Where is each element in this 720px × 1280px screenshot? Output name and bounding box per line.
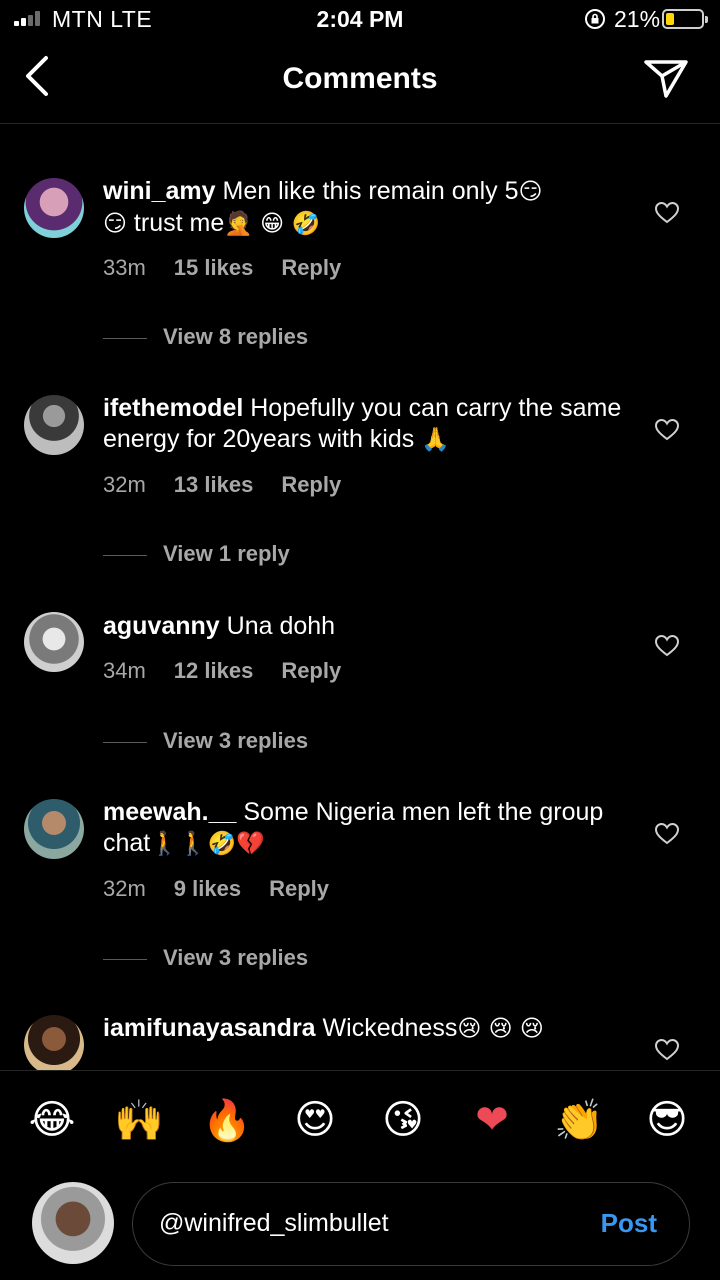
- avatar: [32, 1182, 114, 1264]
- grin-laugh-emoji: 😁 🤣: [252, 211, 321, 237]
- kiss-emoji-button[interactable]: 😘: [373, 1097, 433, 1143]
- comment-time: 33m: [103, 255, 146, 280]
- comment-meta: 32m 9 likes Reply: [103, 876, 357, 902]
- username-link[interactable]: iamifunayasandra: [103, 1014, 316, 1042]
- status-bar: MTN LTE 2:04 PM 21%: [0, 0, 720, 40]
- emoji-quick-bar: 😂 🙌 🔥 😍 😘 ❤ 👏 😎: [0, 1070, 720, 1174]
- comment-time: 32m: [103, 876, 146, 901]
- red-heart-emoji-button[interactable]: ❤: [462, 1097, 522, 1143]
- comment-composer: @winifred_slimbullet Post: [0, 1174, 720, 1280]
- rotation-lock-icon: [585, 9, 605, 29]
- post-button[interactable]: Post: [601, 1208, 657, 1239]
- username-link[interactable]: wini_amy: [103, 177, 216, 205]
- heart-icon[interactable]: [654, 1038, 680, 1062]
- header: Comments: [0, 42, 720, 124]
- reply-button[interactable]: Reply: [281, 472, 341, 497]
- username-link[interactable]: meewah.__: [103, 798, 236, 826]
- comment-meta: 33m 15 likes Reply: [103, 255, 369, 281]
- smirk-emoji: 😏: [518, 179, 543, 205]
- username-link[interactable]: aguvanny: [103, 612, 220, 640]
- avatar[interactable]: [24, 1015, 84, 1075]
- view-replies-button[interactable]: View 1 reply: [103, 541, 290, 567]
- view-replies-button[interactable]: View 8 replies: [103, 324, 308, 350]
- fire-emoji-button[interactable]: 🔥: [197, 1097, 257, 1144]
- username-link[interactable]: ifethemodel: [103, 394, 243, 422]
- raised-hands-emoji-button[interactable]: 🙌: [109, 1097, 169, 1144]
- comment-text: meewah.__ Some Nigeria men left the grou…: [103, 798, 604, 857]
- view-replies-button[interactable]: View 3 replies: [103, 945, 308, 971]
- likes-count[interactable]: 9 likes: [174, 876, 241, 901]
- comment-text: aguvanny Una dohh: [103, 612, 336, 640]
- crying-emoji: 😢 😢 😢: [457, 1016, 544, 1042]
- battery-icon: [662, 9, 708, 29]
- send-icon[interactable]: [642, 56, 690, 100]
- reply-button[interactable]: Reply: [281, 658, 341, 683]
- avatar[interactable]: [24, 799, 84, 859]
- comment-meta: 34m 12 likes Reply: [103, 658, 369, 684]
- avatar[interactable]: [24, 178, 84, 238]
- avatar[interactable]: [24, 612, 84, 672]
- facepalm-emoji: 🤦: [224, 211, 253, 237]
- likes-count[interactable]: 15 likes: [174, 255, 254, 280]
- comment-meta: 32m 13 likes Reply: [103, 472, 369, 498]
- avatar[interactable]: [24, 395, 84, 455]
- pray-emoji: 🙏: [421, 427, 450, 453]
- joy-emoji-button[interactable]: 😂: [22, 1097, 82, 1143]
- view-replies-button[interactable]: View 3 replies: [103, 728, 308, 754]
- walking-laugh-brokenheart-emoji: 🚶🚶🤣💔: [150, 831, 265, 857]
- comment-text: wini_amy Men like this remain only 5😏 😏 …: [103, 177, 543, 237]
- comment-time: 34m: [103, 658, 146, 683]
- smirk-emoji: 😏: [103, 211, 127, 237]
- status-time: 2:04 PM: [316, 6, 404, 32]
- comment-input[interactable]: @winifred_slimbullet Post: [132, 1182, 690, 1266]
- battery-percent: 21%: [614, 6, 661, 32]
- heart-icon[interactable]: [654, 201, 680, 225]
- reply-button[interactable]: Reply: [269, 876, 329, 901]
- heart-icon[interactable]: [654, 418, 680, 442]
- heart-eyes-emoji-button[interactable]: 😍: [285, 1097, 345, 1143]
- comment-input-value[interactable]: @winifred_slimbullet: [159, 1209, 389, 1238]
- heart-icon[interactable]: [654, 822, 680, 846]
- page-title: Comments: [282, 62, 438, 95]
- sunglasses-emoji-button[interactable]: 😎: [637, 1097, 697, 1143]
- comment-time: 32m: [103, 472, 146, 497]
- comment-text: iamifunayasandra Wickedness😢 😢 😢: [103, 1014, 544, 1042]
- reply-button[interactable]: Reply: [281, 255, 341, 280]
- likes-count[interactable]: 13 likes: [174, 472, 254, 497]
- clap-emoji-button[interactable]: 👏: [549, 1097, 609, 1144]
- likes-count[interactable]: 12 likes: [174, 658, 254, 683]
- heart-icon[interactable]: [654, 634, 680, 658]
- comment-text: ifethemodel Hopefully you can carry the …: [103, 394, 622, 453]
